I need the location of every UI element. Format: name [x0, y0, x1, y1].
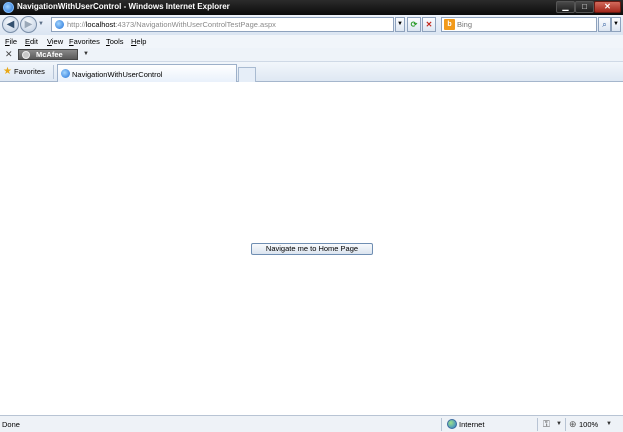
status-text: Done: [2, 420, 20, 429]
mcafee-logo-icon: [22, 51, 30, 59]
forward-button[interactable]: ▶: [20, 16, 37, 33]
globe-icon: [447, 419, 457, 429]
url-prefix: http://: [67, 20, 86, 29]
back-arrow-icon: ◀: [6, 19, 15, 30]
refresh-button[interactable]: ⟳: [407, 17, 421, 32]
url-host: localhost: [85, 20, 116, 29]
back-button[interactable]: ◀: [2, 16, 19, 33]
close-window-button[interactable]: ✕: [594, 1, 621, 13]
new-tab-button[interactable]: [238, 67, 256, 82]
stop-icon: ✕: [425, 20, 433, 29]
protected-mode-icon[interactable]: ⚿: [543, 419, 550, 430]
mcafee-button[interactable]: McAfee: [18, 49, 78, 60]
divider: [441, 418, 442, 431]
menu-tools[interactable]: Tools: [106, 37, 124, 46]
search-icon: ⌕: [602, 20, 607, 29]
history-dropdown-icon[interactable]: ▼: [38, 21, 44, 27]
search-button[interactable]: ⌕: [598, 17, 611, 32]
mcafee-label: McAfee: [36, 50, 63, 59]
address-dropdown-icon[interactable]: ▼: [395, 17, 405, 32]
window-title: NavigationWithUserControl - Windows Inte…: [17, 2, 230, 11]
minimize-button[interactable]: ▁: [556, 1, 575, 13]
search-field[interactable]: b: [441, 17, 597, 32]
page-icon: [61, 69, 70, 78]
refresh-icon: ⟳: [410, 20, 418, 29]
favorites-label: Favorites: [14, 67, 45, 76]
menu-view[interactable]: View: [47, 37, 63, 46]
tab-navigation-with-user-control[interactable]: NavigationWithUserControl: [57, 64, 237, 82]
title-bar: NavigationWithUserControl - Windows Inte…: [0, 0, 623, 15]
zoom-dropdown-icon[interactable]: ▼: [606, 421, 612, 427]
ie-logo-icon: [3, 2, 14, 13]
address-field[interactable]: http://localhost:4373/NavigationWithUser…: [51, 17, 394, 32]
bing-icon: b: [444, 19, 455, 30]
maximize-button[interactable]: □: [575, 1, 594, 13]
favorites-button[interactable]: ★ Favorites: [2, 65, 45, 79]
page-content: Navigate me to Home Page: [0, 83, 623, 415]
menu-favorites[interactable]: Favorites: [69, 37, 100, 46]
tab-label: NavigationWithUserControl: [72, 70, 163, 79]
menu-edit[interactable]: Edit: [25, 37, 38, 46]
divider: [53, 65, 54, 79]
star-icon: ★: [3, 66, 12, 77]
forward-arrow-icon: ▶: [24, 19, 33, 30]
zoom-level[interactable]: 100%: [579, 420, 598, 429]
divider: [565, 418, 566, 431]
menu-file[interactable]: File: [5, 37, 17, 46]
page-icon: [55, 20, 64, 29]
menu-help[interactable]: Help: [131, 37, 146, 46]
mcafee-toolbar: ✕ McAfee ▼: [0, 48, 623, 62]
url-rest: :4373/NavigationWithUserControlTestPage.…: [115, 20, 276, 29]
security-zone[interactable]: Internet: [459, 420, 484, 429]
menu-bar: File Edit View Favorites Tools Help: [0, 35, 623, 48]
zoom-icon: ⊕: [569, 419, 577, 429]
navigate-home-button[interactable]: Navigate me to Home Page: [251, 243, 373, 255]
protected-mode-dropdown-icon[interactable]: ▼: [556, 421, 562, 427]
tab-bar: ★ Favorites NavigationWithUserControl: [0, 62, 623, 82]
toolbar-close-icon[interactable]: ✕: [5, 49, 13, 60]
address-url[interactable]: http://localhost:4373/NavigationWithUser…: [67, 20, 276, 29]
search-options-dropdown-icon[interactable]: ▼: [611, 17, 621, 32]
stop-button[interactable]: ✕: [422, 17, 436, 32]
mcafee-dropdown-icon[interactable]: ▼: [83, 51, 89, 57]
search-input[interactable]: [457, 19, 595, 30]
divider: [537, 418, 538, 431]
status-bar: Done Internet ⚿ ▼ ⊕ 100% ▼: [0, 415, 623, 432]
address-toolbar: ◀ ▶ ▼ http://localhost:4373/NavigationWi…: [0, 15, 623, 35]
